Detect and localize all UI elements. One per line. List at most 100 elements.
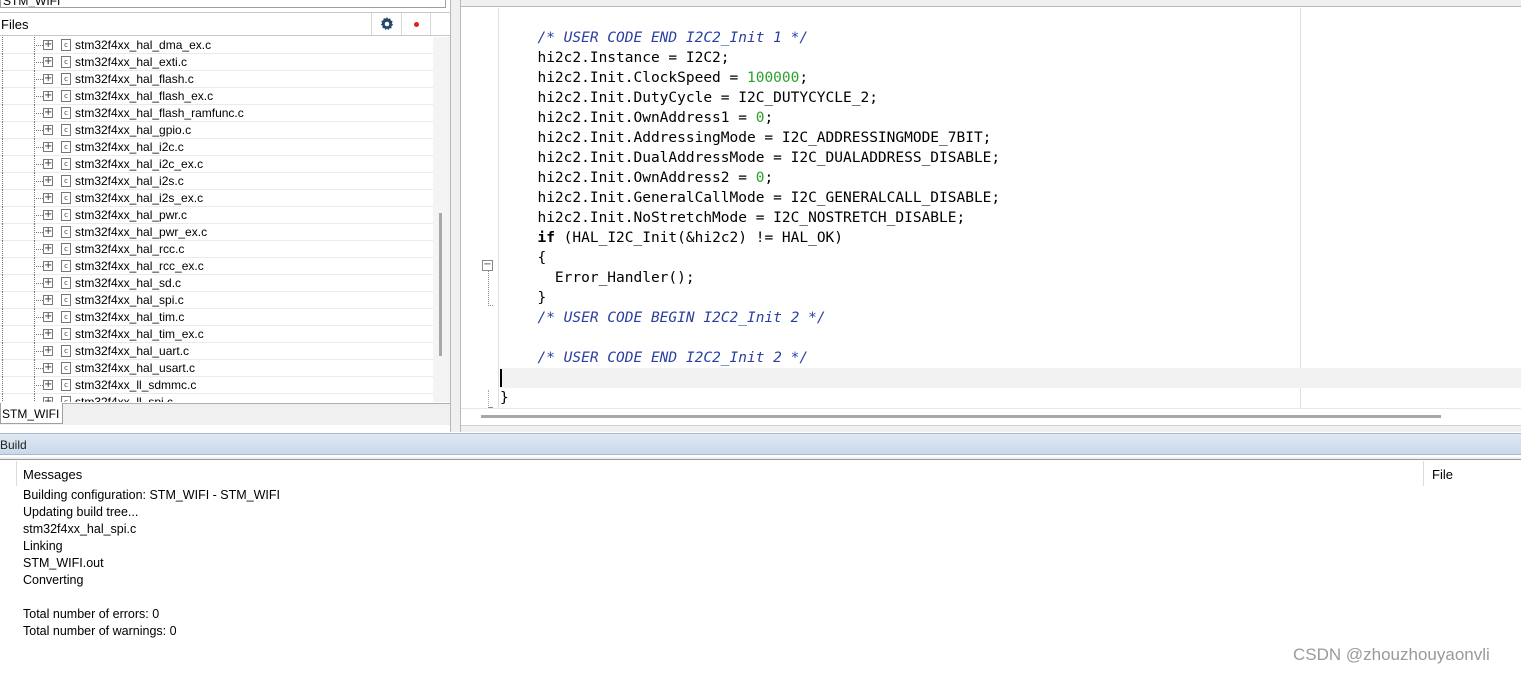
tree-item[interactable]: + c stm32f4xx_hal_flash_ex.c bbox=[0, 88, 433, 105]
tree-item-label: stm32f4xx_hal_i2s.c bbox=[75, 174, 184, 188]
expand-plus-icon[interactable]: + bbox=[43, 227, 53, 237]
build-message[interactable]: stm32f4xx_hal_spi.c bbox=[23, 521, 280, 538]
expand-plus-icon[interactable]: + bbox=[43, 278, 53, 288]
build-message[interactable]: Total number of warnings: 0 bbox=[23, 623, 280, 640]
build-message[interactable]: Updating build tree... bbox=[23, 504, 280, 521]
code-editor[interactable]: − /* USER CODE END I2C2_Init 1 */ hi2c2.… bbox=[461, 0, 1521, 432]
tree-item[interactable]: + c stm32f4xx_hal_exti.c bbox=[0, 54, 433, 71]
c-file-icon: c bbox=[61, 277, 71, 289]
expand-plus-icon[interactable]: + bbox=[43, 108, 53, 118]
tree-item-label: stm32f4xx_hal_tim.c bbox=[75, 310, 185, 324]
expand-plus-icon[interactable]: + bbox=[43, 142, 53, 152]
tree-item[interactable]: + c stm32f4xx_hal_uart.c bbox=[0, 343, 433, 360]
tree-item[interactable]: + c stm32f4xx_hal_i2c_ex.c bbox=[0, 156, 433, 173]
c-file-icon: c bbox=[61, 124, 71, 136]
text-caret bbox=[500, 369, 502, 387]
build-window-title-bar[interactable]: Build bbox=[0, 433, 1521, 455]
expand-plus-icon[interactable]: + bbox=[43, 329, 53, 339]
build-message[interactable]: Linking bbox=[23, 538, 280, 555]
tree-guide bbox=[34, 300, 43, 301]
tree-guide bbox=[2, 207, 3, 224]
expand-plus-icon[interactable]: + bbox=[43, 125, 53, 135]
tree-item[interactable]: + c stm32f4xx_hal_sd.c bbox=[0, 275, 433, 292]
tree-item[interactable]: + c stm32f4xx_ll_sdmmc.c bbox=[0, 377, 433, 394]
build-message[interactable]: Building configuration: STM_WIFI - STM_W… bbox=[23, 487, 280, 504]
expand-plus-icon[interactable]: + bbox=[43, 210, 53, 220]
expand-plus-icon[interactable]: + bbox=[43, 40, 53, 50]
code-line: hi2c2.Init.DualAddressMode = I2C_DUALADD… bbox=[520, 148, 1000, 168]
panel-splitter[interactable] bbox=[450, 0, 461, 432]
expand-plus-icon[interactable]: + bbox=[43, 346, 53, 356]
expand-plus-icon[interactable]: + bbox=[43, 74, 53, 84]
file-tree-scrollbar[interactable] bbox=[433, 37, 450, 402]
tree-item[interactable]: + c stm32f4xx_hal_pwr_ex.c bbox=[0, 224, 433, 241]
tree-item[interactable]: + c stm32f4xx_hal_i2c.c bbox=[0, 139, 433, 156]
file-tree[interactable]: + c stm32f4xx_hal_dma_ex.c + c stm32f4xx_hal_… bbox=[0, 37, 433, 402]
editor-horizontal-scrollbar[interactable] bbox=[461, 408, 1521, 425]
build-message[interactable] bbox=[23, 589, 280, 606]
tree-item[interactable]: + c stm32f4xx_hal_i2s.c bbox=[0, 173, 433, 190]
tree-item[interactable]: + c stm32f4xx_hal_usart.c bbox=[0, 360, 433, 377]
workspace-panel: STM_WIFI Files + c stm32f4xx_hal_dma_ex.c +… bbox=[0, 0, 454, 430]
tree-guide bbox=[34, 130, 43, 131]
c-file-icon: c bbox=[61, 39, 71, 51]
current-line-highlight bbox=[500, 368, 1521, 388]
tree-item[interactable]: + c stm32f4xx_hal_rcc_ex.c bbox=[0, 258, 433, 275]
code-text[interactable]: /* USER CODE END I2C2_Init 1 */ hi2c2.In… bbox=[520, 28, 1000, 368]
expand-plus-icon[interactable]: + bbox=[43, 159, 53, 169]
expand-plus-icon[interactable]: + bbox=[43, 295, 53, 305]
expand-plus-icon[interactable]: + bbox=[43, 91, 53, 101]
code-token: hi2c2.Init.DualAddressMode = I2C_DUALADD… bbox=[520, 150, 1001, 166]
fold-collapse-icon[interactable]: − bbox=[482, 260, 493, 271]
tree-item[interactable]: + c stm32f4xx_ll_spi.c bbox=[0, 394, 433, 402]
expand-plus-icon[interactable]: + bbox=[43, 244, 53, 254]
tree-item[interactable]: + c stm32f4xx_hal_spi.c bbox=[0, 292, 433, 309]
expand-plus-icon[interactable]: + bbox=[43, 312, 53, 322]
tree-item[interactable]: + c stm32f4xx_hal_dma_ex.c bbox=[0, 37, 433, 54]
tree-item[interactable]: + c stm32f4xx_hal_pwr.c bbox=[0, 207, 433, 224]
code-line: hi2c2.Init.OwnAddress2 = 0; bbox=[520, 168, 1000, 188]
tree-guide bbox=[34, 198, 43, 199]
tree-item-label: stm32f4xx_hal_usart.c bbox=[75, 361, 196, 375]
tree-guide bbox=[34, 45, 43, 46]
status-button[interactable] bbox=[401, 13, 431, 35]
tree-item[interactable]: + c stm32f4xx_hal_tim.c bbox=[0, 309, 433, 326]
tree-guide bbox=[2, 326, 3, 343]
build-message[interactable]: Total number of errors: 0 bbox=[23, 606, 280, 623]
expand-plus-icon[interactable]: + bbox=[43, 261, 53, 271]
fold-guide-outer bbox=[488, 390, 489, 408]
expand-plus-icon[interactable]: + bbox=[43, 380, 53, 390]
tree-guide bbox=[2, 309, 3, 326]
tree-item[interactable]: + c stm32f4xx_hal_rcc.c bbox=[0, 241, 433, 258]
tree-item[interactable]: + c stm32f4xx_hal_gpio.c bbox=[0, 122, 433, 139]
code-keyword: if bbox=[537, 230, 555, 246]
tree-guide bbox=[34, 62, 43, 63]
expand-plus-icon[interactable]: + bbox=[43, 363, 53, 373]
tree-item[interactable]: + c stm32f4xx_hal_tim_ex.c bbox=[0, 326, 433, 343]
tree-item[interactable]: + c stm32f4xx_hal_i2s_ex.c bbox=[0, 190, 433, 207]
tree-item[interactable]: + c stm32f4xx_hal_flash.c bbox=[0, 71, 433, 88]
expand-plus-icon[interactable]: + bbox=[43, 193, 53, 203]
tree-item-label: stm32f4xx_ll_spi.c bbox=[75, 395, 174, 402]
editor-gutter: − bbox=[461, 8, 499, 408]
tree-guide bbox=[34, 96, 43, 97]
file-column-header[interactable]: File bbox=[1424, 461, 1521, 486]
tab-project[interactable]: STM_WIFI bbox=[0, 403, 64, 424]
expand-plus-icon[interactable]: + bbox=[43, 176, 53, 186]
tree-guide bbox=[34, 266, 43, 267]
settings-button[interactable] bbox=[371, 13, 401, 35]
expand-plus-icon[interactable]: + bbox=[43, 397, 53, 402]
editor-scroll-thumb[interactable] bbox=[481, 415, 1441, 418]
build-message[interactable]: STM_WIFI.out bbox=[23, 555, 280, 572]
project-selector[interactable]: STM_WIFI bbox=[0, 0, 446, 8]
expand-plus-icon[interactable]: + bbox=[43, 57, 53, 67]
tree-guide bbox=[34, 147, 43, 148]
file-tree-scroll-thumb[interactable] bbox=[439, 213, 442, 356]
build-message[interactable]: Converting bbox=[23, 572, 280, 589]
tree-guide bbox=[2, 37, 3, 54]
tree-item[interactable]: + c stm32f4xx_hal_flash_ramfunc.c bbox=[0, 105, 433, 122]
c-file-icon: c bbox=[61, 107, 71, 119]
messages-column-header[interactable]: Messages bbox=[16, 461, 1424, 486]
